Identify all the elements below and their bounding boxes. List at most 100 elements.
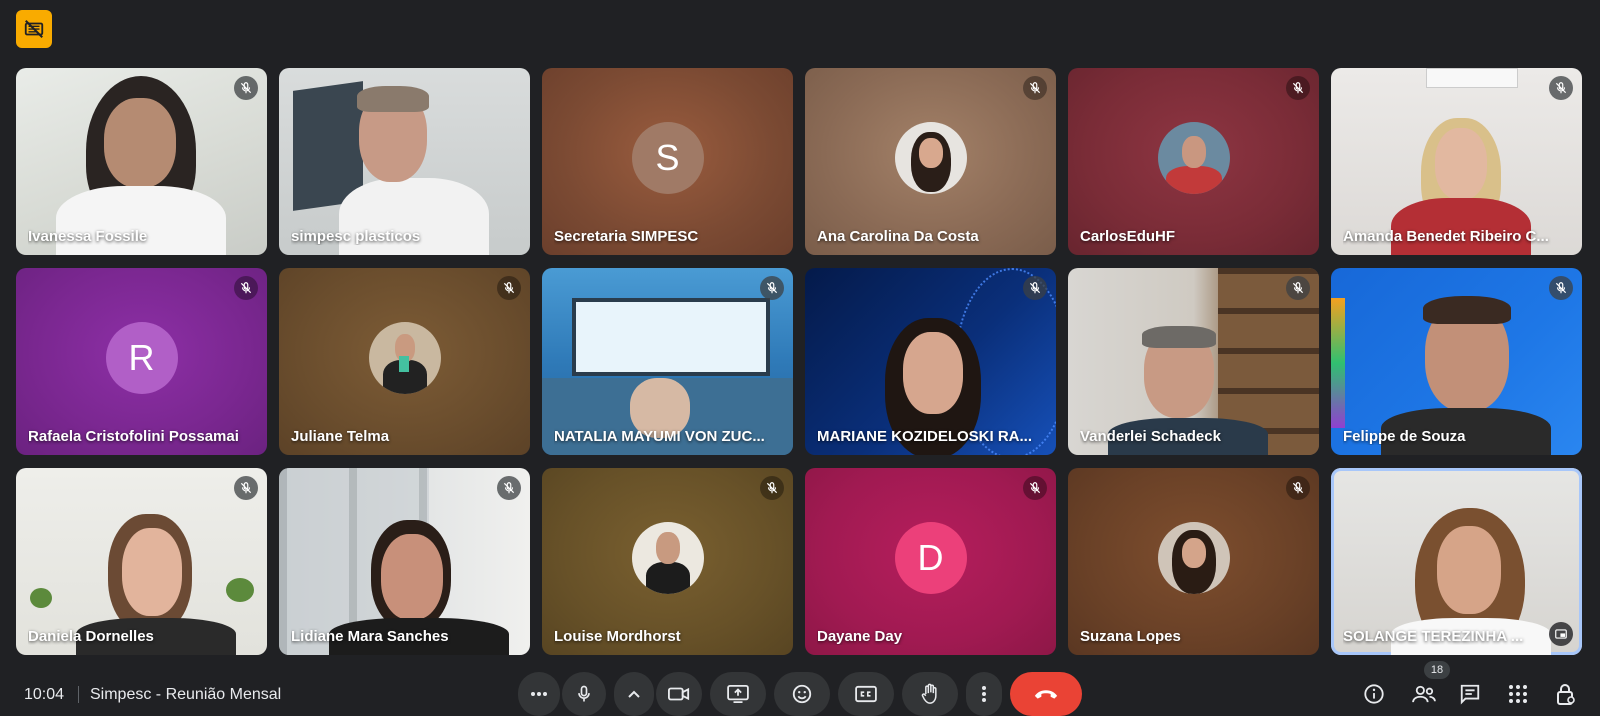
microphone-button[interactable] bbox=[562, 672, 606, 716]
participant-tile[interactable]: Louise Mordhorst bbox=[542, 468, 793, 655]
mic-off-indicator bbox=[497, 476, 521, 500]
participant-tile[interactable]: CarlosEduHF bbox=[1068, 68, 1319, 255]
mic-off-indicator bbox=[1286, 476, 1310, 500]
raise-hand-button[interactable] bbox=[902, 672, 958, 716]
participant-count-badge: 18 bbox=[1424, 661, 1450, 679]
participant-tile[interactable]: Vanderlei Schadeck bbox=[1068, 268, 1319, 455]
participant-tile[interactable]: simpesc plasticos bbox=[279, 68, 530, 255]
room-screen bbox=[572, 298, 770, 376]
mic-off-icon bbox=[1029, 282, 1041, 294]
present-icon bbox=[727, 685, 749, 703]
brand-stripe bbox=[1331, 298, 1345, 428]
avatar-photo bbox=[1157, 521, 1230, 594]
mic-off-icon bbox=[766, 282, 778, 294]
more-vertical-icon bbox=[982, 686, 986, 702]
mic-off-icon bbox=[1555, 82, 1567, 94]
mic-off-indicator bbox=[1023, 276, 1047, 300]
face-shape bbox=[655, 531, 680, 564]
avatar-photo bbox=[631, 521, 704, 594]
microphone-icon bbox=[578, 685, 590, 702]
participant-tile[interactable]: Juliane Telma bbox=[279, 268, 530, 455]
meeting-details-button[interactable] bbox=[1360, 680, 1388, 708]
avatar-initial: R bbox=[105, 321, 178, 394]
avatar-photo bbox=[1157, 121, 1230, 194]
mic-off-indicator bbox=[234, 276, 258, 300]
chevron-up-icon bbox=[628, 690, 640, 698]
avatar-initial: D bbox=[894, 521, 967, 594]
present-screen-button[interactable] bbox=[710, 672, 766, 716]
host-controls-button[interactable] bbox=[1552, 680, 1580, 708]
mic-off-icon bbox=[766, 482, 778, 494]
participant-name: Rafaela Cristofolini Possamai bbox=[28, 428, 239, 445]
plant bbox=[30, 588, 52, 608]
participant-tile[interactable]: Ana Carolina Da Costa bbox=[805, 68, 1056, 255]
mic-off-icon bbox=[240, 482, 252, 494]
people-icon bbox=[1412, 685, 1436, 703]
participant-tile[interactable]: Amanda Benedet Ribeiro C... bbox=[1331, 68, 1582, 255]
lock-person-icon bbox=[1557, 684, 1575, 705]
participant-name: Dayane Day bbox=[817, 628, 903, 645]
participant-name: SOLANGE TEREZINHA ... bbox=[1343, 628, 1524, 645]
person-face bbox=[381, 534, 443, 620]
participant-tile[interactable]: R Rafaela Cristofolini Possamai bbox=[16, 268, 267, 455]
participant-tile-self[interactable]: SOLANGE TEREZINHA ... bbox=[1331, 468, 1582, 655]
participant-name: Daniela Dornelles bbox=[28, 628, 154, 645]
person-face bbox=[104, 98, 176, 188]
activities-button[interactable] bbox=[1504, 680, 1532, 708]
plant bbox=[226, 578, 254, 602]
leave-call-button[interactable] bbox=[1010, 672, 1082, 716]
person-face bbox=[903, 332, 963, 414]
participant-tile[interactable]: Lidiane Mara Sanches bbox=[279, 468, 530, 655]
person-face bbox=[122, 528, 182, 616]
mic-off-indicator bbox=[1286, 76, 1310, 100]
reactions-button[interactable] bbox=[774, 672, 830, 716]
participant-name: Lidiane Mara Sanches bbox=[291, 628, 449, 645]
participant-name: NATALIA MAYUMI VON ZUC... bbox=[554, 428, 765, 445]
participant-tile[interactable]: Suzana Lopes bbox=[1068, 468, 1319, 655]
participant-name: Secretaria SIMPESC bbox=[554, 228, 699, 245]
recording-off-badge[interactable] bbox=[16, 10, 52, 48]
mic-off-icon bbox=[1292, 482, 1304, 494]
chat-icon bbox=[1460, 684, 1480, 705]
more-options-button[interactable] bbox=[966, 672, 1002, 716]
camera-button[interactable] bbox=[656, 672, 702, 716]
info-icon bbox=[1364, 684, 1384, 704]
participant-name: Louise Mordhorst bbox=[554, 628, 681, 645]
participant-name: simpesc plasticos bbox=[291, 228, 421, 245]
divider bbox=[78, 686, 79, 703]
mic-off-indicator bbox=[1549, 76, 1573, 100]
emoji-icon bbox=[792, 684, 812, 704]
face-shape bbox=[1181, 537, 1206, 568]
people-button[interactable] bbox=[1410, 680, 1438, 708]
participant-name: Ivanessa Fossile bbox=[28, 228, 148, 245]
participant-tile[interactable]: Daniela Dornelles bbox=[16, 468, 267, 655]
chat-button[interactable] bbox=[1456, 680, 1484, 708]
mic-off-icon bbox=[503, 482, 515, 494]
mic-off-icon bbox=[1292, 282, 1304, 294]
meeting-title: Simpesc - Reunião Mensal bbox=[90, 686, 282, 703]
captions-button[interactable] bbox=[838, 672, 894, 716]
camera-options-button[interactable] bbox=[614, 672, 654, 716]
participant-tile[interactable]: Ivanessa Fossile bbox=[16, 68, 267, 255]
air-conditioner bbox=[1426, 68, 1518, 88]
person-face bbox=[1437, 526, 1501, 614]
person-shirt bbox=[1391, 198, 1531, 255]
mic-off-indicator bbox=[760, 476, 784, 500]
participant-tile[interactable]: D Dayane Day bbox=[805, 468, 1056, 655]
more-audio-options-button[interactable] bbox=[518, 672, 560, 716]
participant-tile[interactable]: MARIANE KOZIDELOSKI RA... bbox=[805, 268, 1056, 455]
mic-off-icon bbox=[240, 82, 252, 94]
participant-name: Juliane Telma bbox=[291, 428, 390, 445]
participant-grid: Ivanessa Fossile simpesc plasticos S Sec… bbox=[16, 68, 1582, 655]
participant-tile[interactable]: Felippe de Souza bbox=[1331, 268, 1582, 455]
hand-icon bbox=[921, 683, 937, 704]
participant-tile[interactable]: NATALIA MAYUMI VON ZUC... bbox=[542, 268, 793, 455]
mic-off-indicator bbox=[1549, 276, 1573, 300]
call-end-icon bbox=[1034, 690, 1058, 699]
videocam-icon bbox=[668, 687, 690, 701]
apps-grid-icon bbox=[1509, 685, 1527, 703]
participant-name: Amanda Benedet Ribeiro C... bbox=[1343, 228, 1549, 245]
mic-off-indicator bbox=[760, 276, 784, 300]
participant-tile[interactable]: S Secretaria SIMPESC bbox=[542, 68, 793, 255]
mic-off-icon bbox=[1029, 82, 1041, 94]
